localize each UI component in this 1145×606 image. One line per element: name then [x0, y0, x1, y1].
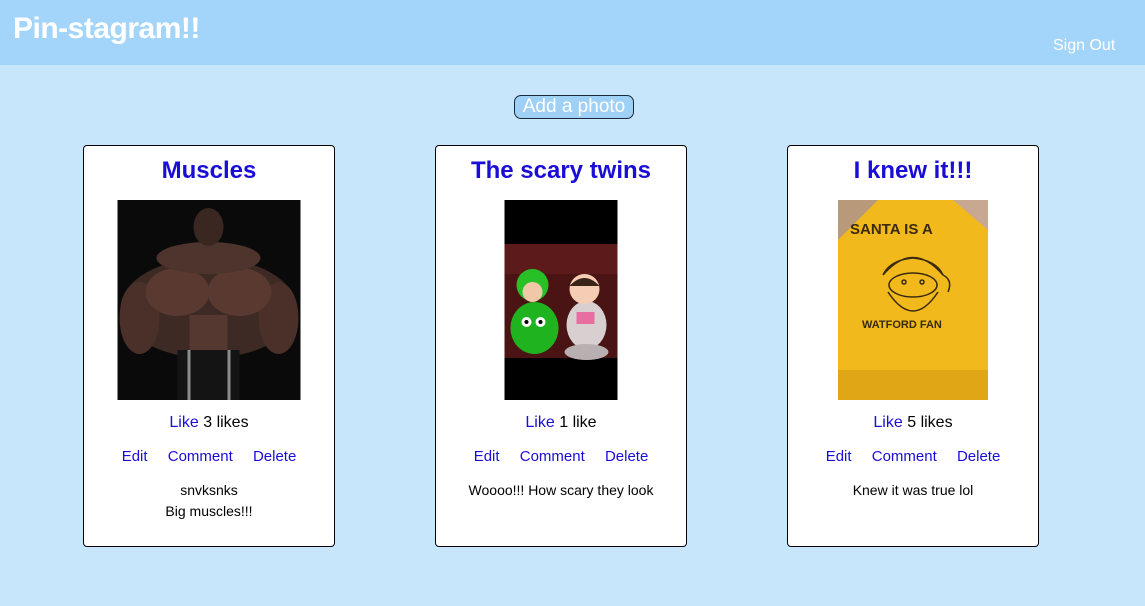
post-actions: Edit Comment Delete [436, 448, 686, 465]
likes-row: Like 3 likes [84, 414, 334, 432]
likes-count: 3 likes [203, 414, 249, 431]
like-link[interactable]: Like [873, 414, 902, 431]
photo-title: I knew it!!! [853, 157, 973, 184]
edit-link[interactable]: Edit [122, 448, 148, 465]
comment-link[interactable]: Comment [520, 448, 585, 465]
edit-link[interactable]: Edit [474, 448, 500, 465]
photo-bodybuilder [117, 200, 301, 400]
app-header: Pin-stagram!! Sign Out [0, 0, 1145, 65]
delete-link[interactable]: Delete [253, 448, 296, 465]
shirt-text-top: SANTA IS A [850, 221, 933, 238]
comments-list: snvksnks Big muscles!!! [84, 480, 334, 522]
comments-list: Knew it was true lol [788, 480, 1038, 501]
photo-santa-shirt: SANTA IS A WATFORD FAN [838, 200, 988, 400]
comment-text: Knew it was true lol [852, 482, 974, 498]
likes-row: Like 5 likes [788, 414, 1038, 432]
post-actions: Edit Comment Delete [84, 448, 334, 465]
app-title[interactable]: Pin-stagram!! [13, 12, 200, 46]
comment-link[interactable]: Comment [872, 448, 937, 465]
likes-row: Like 1 like [436, 414, 686, 432]
photo-title: The scary twins [470, 157, 652, 184]
delete-link[interactable]: Delete [957, 448, 1000, 465]
sign-out-link[interactable]: Sign Out [1053, 37, 1115, 55]
photo-card: Muscles Like 3 likes Edit Comment Delete… [83, 145, 335, 547]
comment-text: Big muscles!!! [165, 503, 253, 519]
delete-link[interactable]: Delete [605, 448, 648, 465]
likes-count: 5 likes [907, 414, 953, 431]
photo-twins [504, 200, 618, 400]
photo-title: Muscles [161, 157, 257, 184]
add-photo-button[interactable]: Add a photo [514, 95, 634, 119]
comment-text: snvksnks [180, 482, 238, 498]
comments-list: Woooo!!! How scary they look [436, 480, 686, 501]
like-link[interactable]: Like [169, 414, 198, 431]
like-link[interactable]: Like [525, 414, 554, 431]
photo-card: I knew it!!! SANTA IS A WATFORD FAN Like… [787, 145, 1039, 547]
shirt-text-bottom: WATFORD FAN [862, 319, 942, 331]
comment-text: Woooo!!! How scary they look [468, 482, 654, 498]
comment-link[interactable]: Comment [168, 448, 233, 465]
post-actions: Edit Comment Delete [788, 448, 1038, 465]
likes-count: 1 like [559, 414, 597, 431]
edit-link[interactable]: Edit [826, 448, 852, 465]
photo-card: The scary twins Like 1 like Edit Comment… [435, 145, 687, 547]
